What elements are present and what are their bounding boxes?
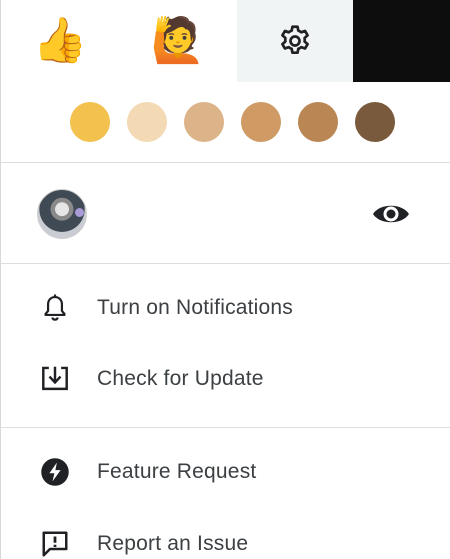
- thumbs-up-icon: 👍: [32, 15, 88, 66]
- report-an-issue-label: Report an Issue: [97, 532, 249, 555]
- reaction-settings-panel: 👍 🙋 Turn on Notifications Check for Upda…: [0, 0, 450, 559]
- tab-bar: 👍 🙋: [1, 0, 450, 82]
- skin-tone-light[interactable]: [127, 102, 167, 142]
- eye-icon[interactable]: [371, 201, 411, 227]
- check-for-update-item[interactable]: Check for Update: [1, 349, 450, 409]
- feature-request-label: Feature Request: [97, 460, 257, 483]
- skin-tone-medium-light[interactable]: [184, 102, 224, 142]
- divider: [1, 427, 450, 428]
- tab-settings[interactable]: [237, 0, 353, 82]
- skin-tone-picker: [1, 82, 450, 162]
- gear-icon: [281, 25, 309, 55]
- skin-tone-dark[interactable]: [355, 102, 395, 142]
- divider: [1, 263, 450, 264]
- bell-icon: [37, 290, 73, 326]
- avatar[interactable]: [37, 189, 87, 239]
- download-icon: [37, 361, 73, 397]
- raising-hand-icon: 🙋: [150, 15, 206, 66]
- turn-on-notifications-label: Turn on Notifications: [97, 296, 294, 319]
- tab-reactions[interactable]: 👍: [1, 0, 119, 82]
- bolt-icon: [37, 454, 73, 490]
- feature-request-item[interactable]: Feature Request: [1, 442, 450, 502]
- tab-gestures[interactable]: 🙋: [119, 0, 237, 82]
- tab-dark-area: [353, 0, 450, 82]
- skin-tone-medium[interactable]: [241, 102, 281, 142]
- report-an-issue-item[interactable]: Report an Issue: [1, 514, 450, 559]
- profile-row: [1, 163, 450, 263]
- skin-tone-default[interactable]: [70, 102, 110, 142]
- turn-on-notifications-item[interactable]: Turn on Notifications: [1, 278, 450, 338]
- feedback-icon: [37, 526, 73, 559]
- skin-tone-medium-dark[interactable]: [298, 102, 338, 142]
- check-for-update-label: Check for Update: [97, 367, 264, 390]
